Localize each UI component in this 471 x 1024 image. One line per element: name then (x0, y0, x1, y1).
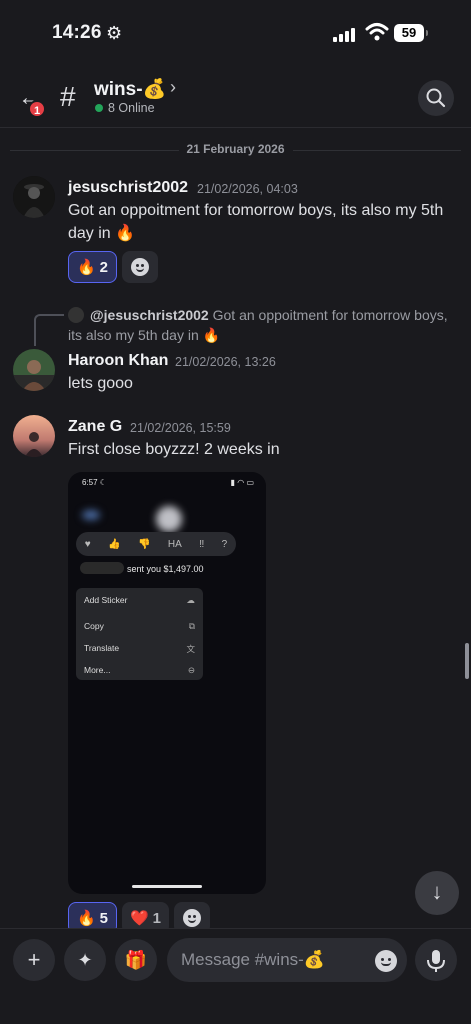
message-author[interactable]: Haroon Khan (68, 352, 168, 370)
gift-icon: 🎁 (124, 950, 148, 970)
search-button[interactable] (418, 80, 454, 116)
message-author[interactable]: jesuschrist2002 (68, 179, 188, 197)
reaction-count: 1 (152, 909, 162, 927)
avatar-image (13, 415, 55, 457)
attachment-status-icons: ▮ ◠ ▭ (230, 478, 254, 487)
status-bar: 14:26 ⚙ 59 (0, 0, 471, 68)
attachment-clock: 6:57 ☾ (82, 478, 107, 487)
add-reaction-icon (131, 258, 149, 276)
message-author[interactable]: Zane G (68, 418, 122, 436)
gift-button[interactable]: 🎁 (115, 939, 157, 981)
reaction-count: 2 (99, 258, 109, 276)
signal-icon (333, 26, 357, 42)
image-attachment[interactable]: 6:57 ☾ ▮ ◠ ▭ ♥ 👍 👎 HA ‼? sent you $1,497.00 … (68, 472, 266, 894)
message-timestamp: 21/02/2026, 13:26 (175, 355, 276, 369)
avatar[interactable] (13, 415, 55, 457)
apps-icon: ✦ (77, 950, 93, 970)
add-reaction-icon (183, 909, 201, 927)
message-text: Got an oppoitment for tomorrow boys, its… (68, 202, 444, 242)
message-input[interactable]: Message #wins-💰 (167, 938, 407, 982)
fire-emoji: 🔥 (76, 910, 96, 927)
fire-emoji: 🔥 (76, 259, 96, 276)
channel-name[interactable]: wins-💰 (94, 77, 166, 101)
scrollbar[interactable] (465, 643, 469, 679)
arrow-down-icon: ↓ (431, 879, 443, 904)
jump-to-present-button[interactable]: ↓ (415, 871, 459, 915)
reply-connector (34, 314, 64, 346)
blurred-dot (82, 510, 100, 520)
online-dot-icon (95, 104, 103, 112)
microphone-icon (427, 950, 445, 972)
channel-hash-icon: # (60, 81, 76, 112)
date-divider: 21 February 2026 (10, 142, 461, 156)
message-timestamp: 21/02/2026, 15:59 (130, 421, 231, 435)
voice-message-button[interactable] (415, 939, 457, 981)
avatar-image (13, 176, 55, 218)
gear-icon: ⚙ (106, 23, 123, 43)
message-timestamp: 21/02/2026, 04:03 (197, 182, 298, 196)
clock: 14:26 (52, 22, 102, 43)
avatar[interactable] (13, 349, 55, 391)
plus-icon: + (27, 947, 41, 972)
reply-preview[interactable]: @jesuschrist2002 Got an oppoitment for t… (68, 305, 448, 345)
attachment-home-indicator (132, 885, 202, 888)
blurred-avatar (156, 506, 182, 532)
heart-emoji: ❤️ (129, 910, 149, 927)
apps-button[interactable]: ✦ (64, 939, 106, 981)
attachment-reaction-bar: ♥ 👍 👎 HA ‼? (76, 532, 236, 556)
attachment-context-menu: Add Sticker ☁ Copy ⧉ Translate 文 More... ⊖ (76, 588, 203, 680)
avatar-image (13, 349, 55, 391)
chevron-right-icon[interactable]: › (170, 77, 176, 98)
message-text: lets gooo (68, 375, 133, 392)
add-attachment-button[interactable]: + (13, 939, 55, 981)
message-placeholder: Message #wins-💰 (181, 950, 325, 969)
message-composer: + ✦ 🎁 Message #wins-💰 (0, 928, 471, 1024)
attachment-payment-text: sent you $1,497.00 (80, 562, 204, 574)
reply-avatar-icon (68, 307, 84, 323)
emoji-picker-icon[interactable] (375, 950, 397, 972)
reaction-fire[interactable]: 🔥 2 (68, 251, 117, 283)
reply-mention: @jesuschrist2002 (90, 307, 209, 323)
add-reaction-button[interactable] (122, 251, 158, 283)
search-icon (426, 88, 446, 108)
reaction-count: 5 (99, 909, 109, 927)
battery-indicator: 59 (394, 24, 428, 42)
wifi-icon (365, 23, 389, 41)
channel-header: ← 1 # wins-💰 › 8 Online (0, 68, 471, 128)
avatar[interactable] (13, 176, 55, 218)
online-count: 8 Online (95, 101, 155, 115)
message-text: First close boyzzz! 2 weeks in (68, 441, 280, 458)
notification-badge: 1 (28, 100, 46, 118)
